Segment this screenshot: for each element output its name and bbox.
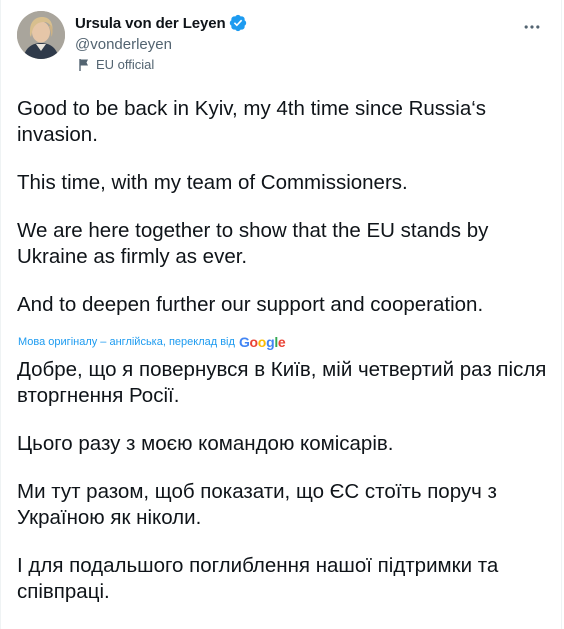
verified-badge-icon[interactable] [229,14,247,32]
translated-paragraph: І для подальшого поглиблення нашої підтр… [17,554,499,603]
translated-paragraph: Цього разу з моєю командою комісарів. [17,432,394,455]
translation-note: Мова оригіналу – англійська, переклад ві… [18,336,235,348]
tweet-paragraph: We are here together to show that the EU… [17,219,489,268]
tweet-paragraph: This time, with my team of Commissioners… [17,171,408,194]
avatar-image [17,11,65,59]
avatar[interactable] [17,11,65,59]
tweet-paragraph: And to deepen further our support and co… [17,293,484,316]
author-handle[interactable]: @vonderleyen [75,36,172,53]
more-dots-icon [524,25,540,29]
affiliation-label-text: EU official [96,57,155,72]
more-options-button[interactable] [515,10,549,44]
translated-paragraph: Добре, що я повернувся в Київ, мій четве… [17,358,547,407]
author-name-row: Ursula von der Leyen [75,13,247,33]
tweet-card: Ursula von der Leyen @vonderleyen EU off… [0,0,562,629]
translated-text: Добре, що я повернувся в Київ, мій четве… [17,357,547,627]
flag-icon [78,58,90,72]
tweet-text: Good to be back in Kyiv, my 4th time sin… [17,96,547,318]
author-name[interactable]: Ursula von der Leyen [75,15,226,32]
affiliation-label[interactable]: EU official [78,57,154,72]
translated-paragraph: Ми тут разом, щоб показати, що ЄС стоїть… [17,480,497,529]
google-logo: Google [238,334,286,350]
translation-attribution[interactable]: Мова оригіналу – англійська, переклад ві… [18,334,286,350]
tweet-paragraph: Good to be back in Kyiv, my 4th time sin… [17,97,487,146]
